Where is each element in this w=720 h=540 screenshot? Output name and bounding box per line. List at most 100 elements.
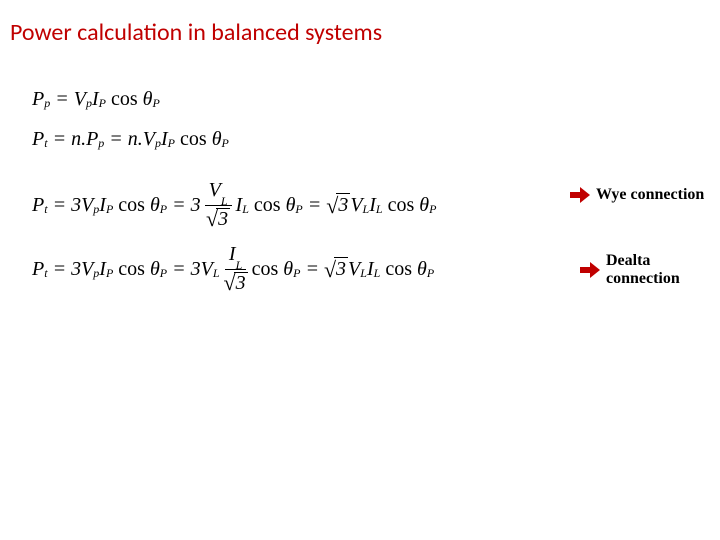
sub-Pcap: P: [106, 202, 113, 217]
label-delta: Dealta connection: [606, 252, 720, 288]
sub-p: p: [93, 266, 99, 281]
sym-cos: cos: [388, 194, 415, 217]
sqrt-3: √3: [326, 193, 350, 217]
sub-Pcap: P: [106, 266, 113, 281]
sym-theta: θ: [286, 194, 296, 217]
sym-theta: θ: [283, 258, 293, 281]
sym-I: I: [229, 243, 236, 265]
sym-P: P: [32, 194, 44, 217]
sym-3: 3: [71, 258, 81, 281]
sub-Pcap: P: [427, 266, 434, 281]
sub-p: p: [155, 136, 161, 151]
sub-Pcap: P: [429, 202, 436, 217]
sym-eq: =: [55, 88, 69, 111]
arrow-right-icon: [580, 262, 600, 278]
annotation-delta: Dealta connection: [580, 252, 720, 288]
sub-Pcap: P: [295, 202, 302, 217]
sym-n: n: [71, 128, 81, 151]
sym-theta: θ: [419, 194, 429, 217]
sym-theta: θ: [150, 258, 160, 281]
sym-n: n: [128, 128, 138, 151]
sub-Pcap: P: [160, 266, 167, 281]
arrow-right-icon: [570, 187, 590, 203]
sym-cos: cos: [254, 194, 281, 217]
sym-eq: =: [109, 128, 123, 151]
sub-L: L: [236, 258, 243, 272]
sub-L: L: [213, 266, 220, 281]
sym-P: P: [32, 128, 44, 151]
sym-cos: cos: [385, 258, 412, 281]
sym-P: P: [86, 128, 98, 151]
sub-p: p: [93, 202, 99, 217]
sym-eq: =: [53, 194, 67, 217]
sym-eq: =: [305, 258, 319, 281]
sym-I: I: [99, 194, 106, 217]
sub-L: L: [360, 266, 367, 281]
sym-V: V: [209, 179, 221, 201]
sym-I: I: [99, 258, 106, 281]
equation-pt-delta: Pt = 3Vp IP cos θP = 3VL IL √3 cos θP = …: [32, 244, 434, 294]
sym-V: V: [81, 194, 93, 217]
sym-cos: cos: [111, 88, 138, 111]
sym-cos: cos: [252, 258, 279, 281]
sym-I: I: [369, 194, 376, 217]
equation-pp: Pp = Vp IP cos θP: [32, 88, 160, 111]
sub-p: p: [98, 136, 104, 151]
sym-cos: cos: [118, 194, 145, 217]
sym-cos: cos: [180, 128, 207, 151]
sym-theta: θ: [143, 88, 153, 111]
sym-3: 3: [191, 258, 201, 281]
sub-Pcap: P: [160, 202, 167, 217]
sub-Pcap: P: [168, 136, 175, 151]
sym-eq: =: [53, 258, 67, 281]
sym-V: V: [81, 258, 93, 281]
sym-theta: θ: [417, 258, 427, 281]
sym-eq: =: [172, 194, 186, 217]
sub-p: p: [44, 96, 50, 111]
sub-L: L: [374, 266, 381, 281]
sub-t: t: [44, 266, 47, 281]
annotation-wye: Wye connection: [570, 186, 704, 204]
equation-pt-n: Pt = n.Pp = n.Vp IP cos θP: [32, 128, 229, 151]
sym-eq: =: [172, 258, 186, 281]
label-wye: Wye connection: [596, 186, 704, 204]
sym-V: V: [350, 194, 362, 217]
sub-L: L: [221, 194, 228, 208]
sqrt-radicand: 3: [334, 257, 348, 281]
sym-3: 3: [71, 194, 81, 217]
sym-theta: θ: [150, 194, 160, 217]
sub-L: L: [242, 202, 249, 217]
sub-t: t: [44, 136, 47, 151]
sym-eq: =: [308, 194, 322, 217]
sub-Pcap: P: [152, 96, 159, 111]
sqrt-radicand: 3: [216, 208, 230, 230]
sym-V: V: [348, 258, 360, 281]
sub-Pcap: P: [293, 266, 300, 281]
sym-V: V: [74, 88, 86, 111]
fraction-vl-root3: VL √3: [205, 180, 232, 230]
sub-p: p: [86, 96, 92, 111]
sqrt-radicand: 3: [234, 272, 248, 294]
sqrt-3: √3: [324, 257, 348, 281]
sqrt-radicand: 3: [336, 193, 350, 217]
sym-I: I: [161, 128, 168, 151]
sym-eq: =: [53, 128, 67, 151]
sub-L: L: [376, 202, 383, 217]
sub-Pcap: P: [222, 136, 229, 151]
fraction-il-root3: IL √3: [224, 244, 248, 294]
equation-pt-wye: Pt = 3Vp IP cos θP = 3 VL √3 IL cos θP =…: [32, 180, 436, 230]
sym-V: V: [143, 128, 155, 151]
sub-Pcap: P: [99, 96, 106, 111]
sub-t: t: [44, 202, 47, 217]
sym-theta: θ: [212, 128, 222, 151]
sym-3: 3: [191, 194, 201, 217]
sqrt-3: √3: [224, 272, 248, 294]
sym-V: V: [201, 258, 213, 281]
sub-L: L: [363, 202, 370, 217]
sym-I: I: [92, 88, 99, 111]
sym-cos: cos: [118, 258, 145, 281]
sym-P: P: [32, 88, 44, 111]
sym-I: I: [367, 258, 374, 281]
page-title: Power calculation in balanced systems: [10, 18, 382, 47]
sym-P: P: [32, 258, 44, 281]
